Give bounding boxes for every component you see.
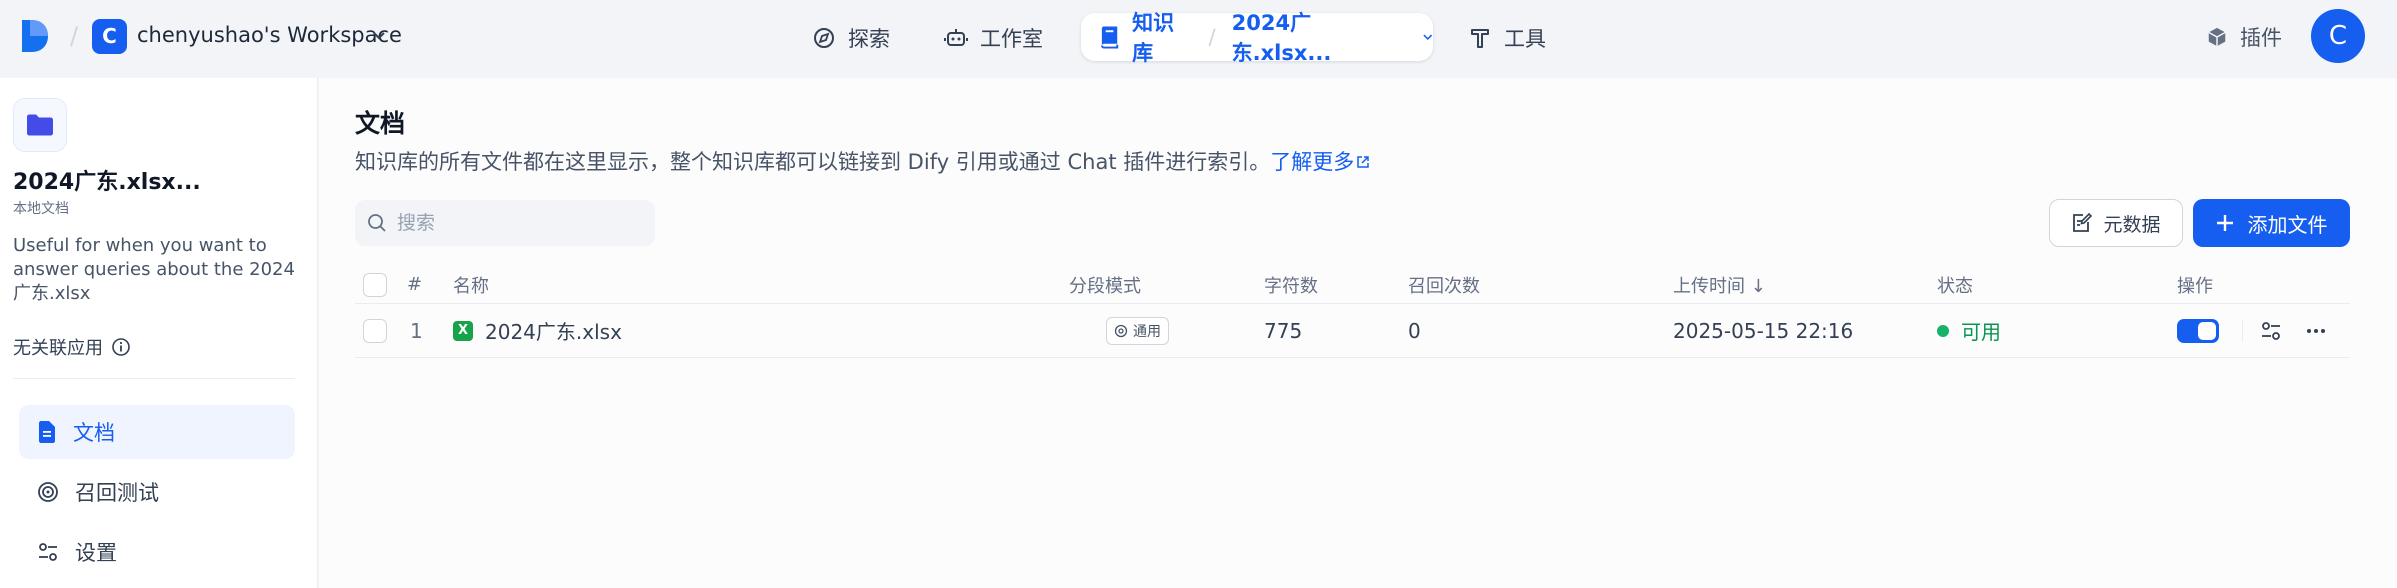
gear-icon [1114, 324, 1128, 337]
excel-file-icon: X [453, 320, 473, 341]
row-file-name: 2024广东.xlsx [485, 320, 622, 344]
sidebar-item-retrieval-test[interactable]: 召回测试 [19, 465, 295, 519]
external-link-icon [1357, 156, 1369, 168]
target-icon [38, 482, 58, 502]
learn-more-label: 了解更多 [1270, 150, 1355, 174]
header-name: 名称 [453, 275, 489, 297]
select-all-checkbox[interactable] [363, 272, 387, 297]
book-icon [1100, 26, 1119, 49]
page-title: 文档 [355, 109, 406, 138]
learn-more-link[interactable]: 了解更多 [1270, 150, 1370, 174]
cube-icon [2208, 27, 2226, 47]
nav-dataset-name[interactable]: 2024广东.xlsx... [1232, 7, 1404, 67]
nav-knowledge[interactable]: 知识库 / 2024广东.xlsx... [1081, 11, 1434, 65]
sidebar-item-label: 设置 [75, 541, 117, 565]
chevron-down-icon[interactable] [1422, 31, 1434, 43]
table-row[interactable]: 1 X 2024广东.xlsx 通用 775 0 2025-05-15 22:1… [355, 304, 2350, 358]
row-hits: 0 [1408, 318, 1421, 343]
plugins-label: 插件 [2240, 26, 2282, 50]
header-chars: 字符数 [1264, 275, 1318, 297]
enable-toggle[interactable] [2177, 318, 2219, 343]
knowledge-base-description: Useful for when you want to answer queri… [13, 235, 295, 304]
header-status: 状态 [1937, 275, 1973, 297]
header-actions: 操作 [2177, 275, 2213, 297]
header-upload-time[interactable]: 上传时间 ↓ [1673, 266, 1766, 303]
breadcrumb-slash: / [70, 22, 79, 50]
nav-explore[interactable]: 探索 [812, 20, 890, 56]
hammer-icon [1471, 29, 1489, 48]
status-dot-icon [1937, 324, 1949, 337]
chunk-mode-badge: 通用 [1106, 316, 1169, 345]
row-status-label: 可用 [1961, 320, 2001, 344]
sidebar: 2024广东.xlsx... 本地文档 Useful for when you … [0, 78, 318, 588]
linked-apps: 无关联应用 [13, 334, 131, 360]
metadata-button[interactable]: 元数据 [2049, 199, 2183, 247]
nav-explore-label: 探索 [848, 27, 890, 51]
nav-tools[interactable]: 工具 [1468, 20, 1546, 56]
nav-knowledge-label: 知识库 [1132, 11, 1175, 65]
plus-icon [2216, 215, 2233, 231]
plugins-link[interactable]: 插件 [2206, 22, 2282, 52]
knowledge-base-icon [13, 98, 67, 152]
header-index: # [407, 274, 423, 295]
header-chunk-mode: 分段模式 [1069, 275, 1141, 297]
edit-note-icon [2073, 212, 2093, 232]
row-upload-time: 2025-05-15 22:16 [1673, 318, 1854, 343]
sidebar-item-label: 召回测试 [75, 481, 159, 505]
row-name[interactable]: X 2024广东.xlsx [453, 304, 622, 357]
sidebar-item-label: 文档 [73, 421, 115, 445]
nav-studio[interactable]: 工作室 [944, 20, 1043, 56]
workspace-avatar[interactable]: C [92, 19, 127, 54]
document-icon [39, 421, 55, 443]
row-chars: 775 [1264, 318, 1303, 343]
robot-icon [944, 29, 968, 46]
folder-icon [27, 114, 53, 136]
user-avatar[interactable]: C [2311, 9, 2365, 63]
chevron-down-icon[interactable] [371, 27, 387, 43]
linked-apps-label: 无关联应用 [13, 338, 103, 359]
info-icon[interactable] [111, 337, 131, 357]
sidebar-item-documents[interactable]: 文档 [19, 405, 295, 459]
header-hits: 召回次数 [1408, 275, 1480, 297]
compass-icon [814, 28, 834, 48]
chunk-mode-label: 通用 [1133, 323, 1161, 340]
settings-sliders-icon [39, 543, 57, 561]
nav-studio-label: 工作室 [980, 27, 1043, 51]
workspace-name[interactable]: chenyushao's Workspace [137, 23, 402, 47]
top-bar: / C chenyushao's Workspace 探索 工作室 知识库 / … [0, 0, 2397, 78]
nav-tools-label: 工具 [1504, 27, 1546, 51]
table-header: # 名称 分段模式 字符数 召回次数 上传时间 ↓ 状态 操作 [355, 266, 2350, 304]
row-status: 可用 [1937, 304, 2001, 357]
main-content: 文档 知识库的所有文件都在这里显示，整个知识库都可以链接到 Dify 引用或通过… [319, 78, 2397, 588]
more-horizontal-icon[interactable] [2305, 320, 2327, 342]
knowledge-base-type: 本地文档 [13, 201, 69, 217]
metadata-button-label: 元数据 [2103, 213, 2161, 236]
page-description: 知识库的所有文件都在这里显示，整个知识库都可以链接到 Dify 引用或通过 Ch… [355, 146, 1370, 176]
knowledge-base-name: 2024广东.xlsx... [13, 170, 201, 195]
settings-sliders-icon[interactable] [2260, 320, 2282, 342]
row-index: 1 [410, 318, 423, 343]
nav-separator: / [1208, 25, 1216, 49]
action-divider [2242, 319, 2243, 342]
search-icon [368, 214, 386, 232]
sidebar-item-settings[interactable]: 设置 [19, 525, 295, 579]
sidebar-divider [13, 378, 295, 379]
add-file-button-label: 添加文件 [2247, 212, 2328, 237]
row-checkbox[interactable] [363, 318, 387, 343]
add-file-button[interactable]: 添加文件 [2193, 199, 2350, 247]
page-description-text: 知识库的所有文件都在这里显示，整个知识库都可以链接到 Dify 引用或通过 Ch… [355, 150, 1271, 174]
search-input[interactable] [355, 200, 655, 246]
dify-logo-icon[interactable] [20, 18, 50, 54]
